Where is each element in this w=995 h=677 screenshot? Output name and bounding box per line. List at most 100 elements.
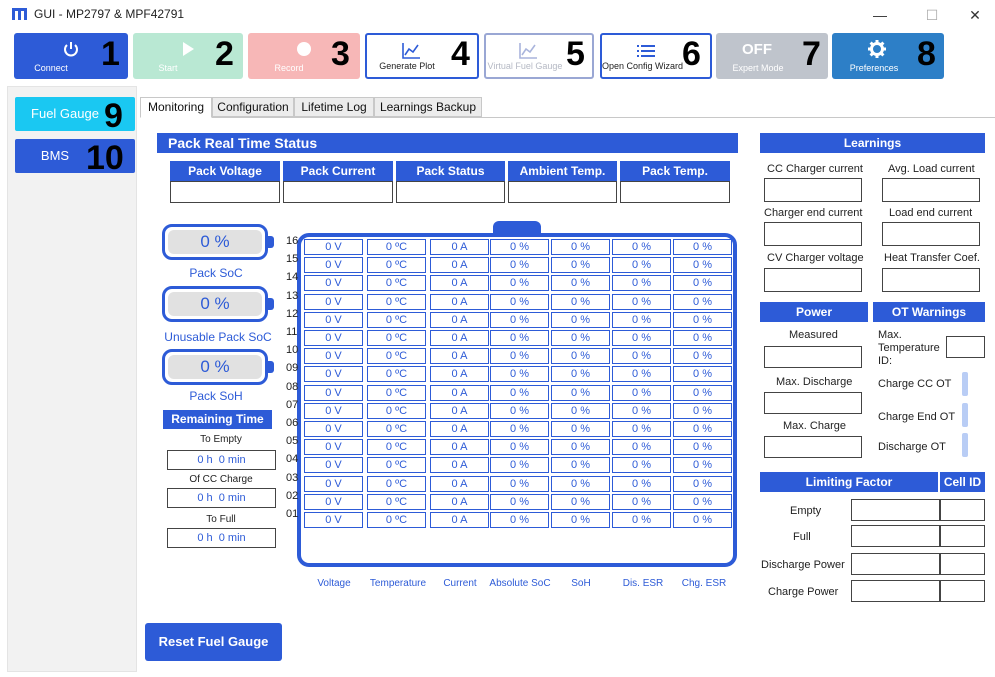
tab-monitoring[interactable]: Monitoring [140, 97, 212, 118]
of-cc-charge-hours: 0 h [197, 492, 213, 504]
cell-row-number: 14 [286, 271, 299, 283]
cell-column-header: Chg. ESR [681, 578, 727, 589]
pack-soc-gauge: 0 % [162, 224, 274, 260]
cell-value: 0 V [304, 512, 363, 528]
cell-value: 0 % [673, 403, 732, 419]
cell-value: 0 V [304, 421, 363, 437]
cell-value: 0 ºC [367, 275, 426, 291]
cell-value: 0 ºC [367, 512, 426, 528]
cell-row-number: 08 [286, 381, 299, 393]
cell-value: 0 % [673, 348, 732, 364]
callout-number-7: 7 [802, 35, 821, 73]
pack-temp-header: Pack Temp. [620, 161, 730, 181]
cell-value: 0 % [612, 312, 671, 328]
app-logo-icon [12, 8, 27, 20]
minimize-button[interactable]: — [860, 4, 900, 26]
cell-row-number: 03 [286, 472, 299, 484]
cell-value: 0 % [673, 294, 732, 310]
cell-value: 0 V [304, 312, 363, 328]
cell-value: 0 % [612, 275, 671, 291]
avg-load-current-field [882, 178, 980, 202]
of-cc-charge-label: Of CC Charge [189, 474, 253, 485]
cell-value: 0 V [304, 275, 363, 291]
ot-warnings-title: OT Warnings [873, 302, 985, 322]
limiting-full-label: Full [793, 531, 811, 543]
heat-transfer-coef-field [882, 268, 980, 292]
cell-value: 0 ºC [367, 366, 426, 382]
cell-value: 0 A [430, 366, 489, 382]
cell-value: 0 % [490, 403, 549, 419]
pack-soc-label: Pack SoC [189, 266, 243, 280]
cell-value: 0 % [551, 476, 610, 492]
tab-lifetime-log[interactable]: Lifetime Log [294, 97, 374, 117]
cell-value: 0 % [490, 494, 549, 510]
cell-value: 0 % [551, 312, 610, 328]
cell-row-number: 02 [286, 490, 299, 502]
cell-value: 0 % [673, 275, 732, 291]
cell-value: 0 A [430, 403, 489, 419]
cell-value: 0 V [304, 239, 363, 255]
tab-learnings-backup[interactable]: Learnings Backup [374, 97, 482, 117]
cell-value: 0 % [612, 348, 671, 364]
measured-label: Measured [789, 329, 838, 341]
cell-row-number: 07 [286, 399, 299, 411]
remaining-time-title: Remaining Time [163, 410, 272, 429]
cell-value: 0 % [673, 330, 732, 346]
cell-value: 0 % [673, 421, 732, 437]
limiting-empty-label: Empty [790, 505, 822, 517]
limiting-charge-power-cell-id [940, 580, 985, 602]
charge-end-ot-indicator [962, 403, 968, 427]
reset-fuel-gauge-button[interactable]: Reset Fuel Gauge [145, 623, 282, 661]
cell-row-number: 04 [286, 453, 299, 465]
cell-value: 0 % [673, 457, 732, 473]
charger-end-current-field [764, 222, 862, 246]
cell-value: 0 % [612, 494, 671, 510]
cell-value: 0 % [612, 294, 671, 310]
callout-number-2: 2 [215, 35, 234, 73]
cell-value: 0 % [673, 312, 732, 328]
cell-value: 0 A [430, 512, 489, 528]
cell-value: 0 % [490, 239, 549, 255]
cell-value: 0 % [490, 294, 549, 310]
cell-value: 0 % [490, 421, 549, 437]
cell-value: 0 V [304, 403, 363, 419]
pack-soc-value: 0 % [168, 230, 262, 254]
limiting-discharge-power-cell-id [940, 553, 985, 575]
cell-value: 0 % [612, 239, 671, 255]
cell-row-number: 11 [286, 326, 298, 338]
cell-value: 0 % [612, 330, 671, 346]
cell-value: 0 A [430, 312, 489, 328]
limiting-empty-field [851, 499, 940, 521]
ambient-temp-header: Ambient Temp. [508, 161, 617, 181]
cell-value: 0 % [612, 476, 671, 492]
cell-value: 0 % [612, 439, 671, 455]
sidebar-item-label: Fuel Gauge [31, 106, 99, 121]
load-end-current-label: Load end current [889, 207, 973, 219]
pack-status-header: Pack Status [396, 161, 505, 181]
max-temperature-id-field [946, 336, 985, 358]
cell-value: 0 % [490, 348, 549, 364]
cv-charger-voltage-field [764, 268, 862, 292]
of-cc-charge-minutes: 0 min [218, 492, 246, 504]
cell-value: 0 % [673, 494, 732, 510]
close-button[interactable]: ✕ [955, 4, 995, 26]
maximize-button[interactable]: ☐ [912, 4, 952, 26]
to-full-hours: 0 h [197, 532, 213, 544]
cell-value: 0 % [673, 239, 732, 255]
cell-value: 0 % [673, 385, 732, 401]
max-charge-label: Max. Charge [783, 420, 846, 432]
pack-soh-gauge: 0 % [162, 349, 274, 385]
cell-id-header: Cell ID [940, 472, 985, 492]
cell-value: 0 ºC [367, 348, 426, 364]
cell-value: 0 ºC [367, 385, 426, 401]
cell-row-number: 15 [286, 253, 299, 265]
cell-row-number: 13 [286, 290, 299, 302]
cell-value: 0 % [612, 257, 671, 273]
callout-number-3: 3 [331, 35, 350, 73]
cell-value: 0 A [430, 494, 489, 510]
cell-value: 0 % [612, 366, 671, 382]
cell-value: 0 % [490, 385, 549, 401]
tab-configuration[interactable]: Configuration [212, 97, 294, 117]
to-full-field: 0 h 0 min [167, 528, 276, 548]
charge-cc-ot-indicator [962, 372, 968, 396]
